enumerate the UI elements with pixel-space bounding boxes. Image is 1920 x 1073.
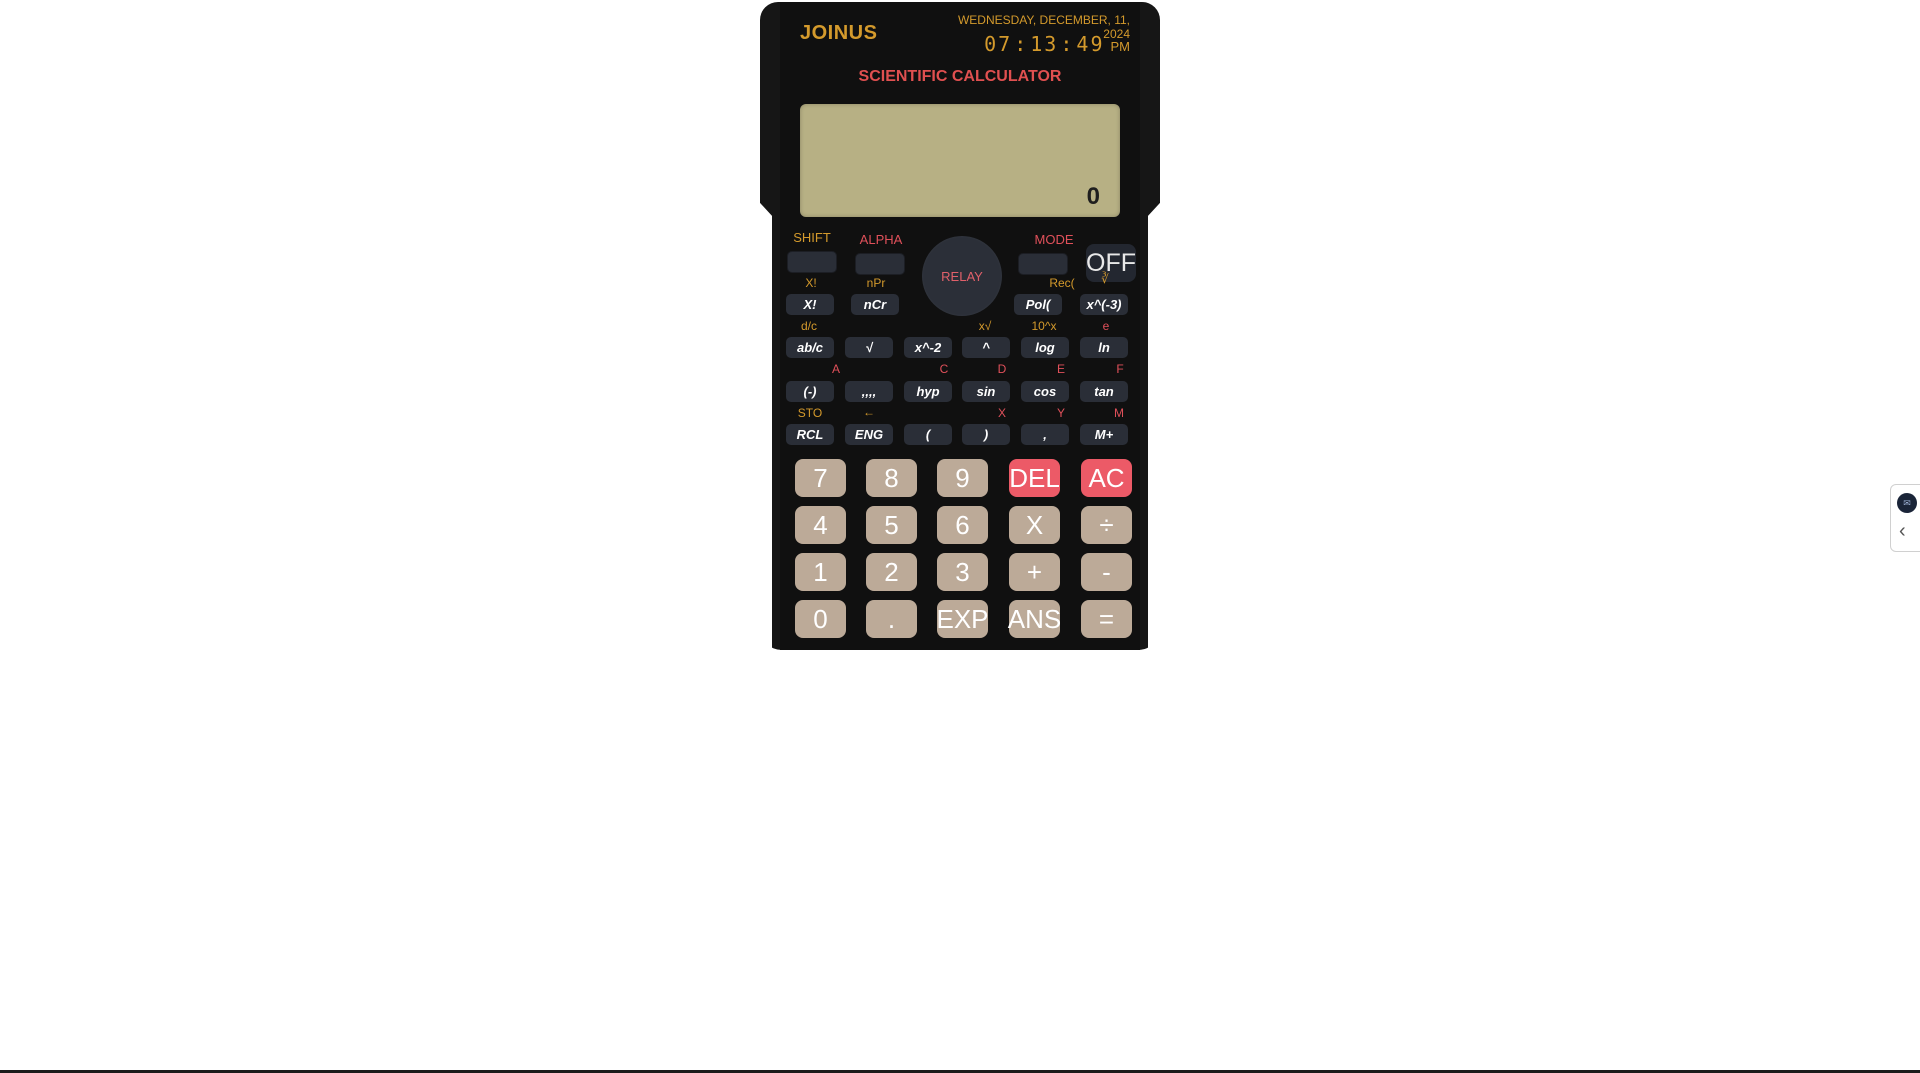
key-ncr[interactable]: nCr [851, 294, 899, 315]
fn-label: Y [1056, 406, 1065, 420]
key-sqrt[interactable]: √ [845, 337, 893, 358]
key-open-paren[interactable]: ( [904, 424, 952, 445]
key-6[interactable]: 6 [937, 506, 988, 544]
key-8[interactable]: 8 [866, 459, 917, 497]
chevron-left-icon[interactable]: ‹ [1899, 521, 1906, 541]
alpha-button[interactable] [855, 253, 905, 275]
key-del[interactable]: DEL [1009, 459, 1060, 497]
fn-label: nPr [866, 276, 886, 290]
key-rcl[interactable]: RCL [786, 424, 834, 445]
key-x-pow-neg2[interactable]: x^-2 [904, 337, 952, 358]
fn-label: ← [863, 405, 875, 419]
key-divide[interactable]: ÷ [1081, 506, 1132, 544]
clock-seconds: 49 [1076, 32, 1105, 56]
key-negate[interactable]: (-) [786, 381, 834, 402]
key-factorial[interactable]: X! [786, 294, 834, 315]
key-3[interactable]: 3 [937, 553, 988, 591]
fn-label: C [939, 362, 949, 376]
key-plus[interactable]: + [1009, 553, 1060, 591]
shift-label: SHIFT [793, 230, 831, 245]
key-hyp[interactable]: hyp [904, 381, 952, 402]
key-0[interactable]: 0 [795, 600, 846, 638]
side-widget: ✉ ‹ [1890, 484, 1920, 552]
key-5[interactable]: 5 [866, 506, 917, 544]
key-equals[interactable]: = [1081, 600, 1132, 638]
mode-button[interactable] [1018, 253, 1068, 275]
relay-button[interactable]: RELAY [922, 236, 1002, 316]
display-value: 0 [1086, 183, 1100, 210]
mode-label: MODE [1034, 232, 1074, 247]
key-multiply[interactable]: X [1009, 506, 1060, 544]
chat-icon[interactable]: ✉ [1897, 493, 1917, 513]
fn-label: x√ [978, 319, 992, 333]
fn-label: X [997, 406, 1006, 420]
clock-minutes: 13 [1030, 32, 1059, 56]
fn-label: e [1102, 319, 1110, 333]
key-ac[interactable]: AC [1081, 459, 1132, 497]
clock-display: 07:13:49 PM [965, 32, 1130, 56]
key-tan[interactable]: tan [1080, 381, 1128, 402]
fn-label: F [1116, 362, 1124, 376]
key-ln[interactable]: ln [1080, 337, 1128, 358]
model-title: SCIENTIFIC CALCULATOR [858, 68, 1062, 85]
key-close-paren[interactable]: ) [962, 424, 1010, 445]
calculator-body: JOINUS WEDNESDAY, DECEMBER, 11, 2024 07:… [760, 2, 1160, 650]
clock-separator: : [1060, 32, 1075, 56]
key-x-pow-neg3[interactable]: x^(-3) [1080, 294, 1128, 315]
key-2[interactable]: 2 [866, 553, 917, 591]
key-cos[interactable]: cos [1021, 381, 1069, 402]
key-degrees[interactable]: ,,,, [845, 381, 893, 402]
fn-label: E [1056, 362, 1065, 376]
shift-button[interactable] [787, 251, 837, 273]
key-comma[interactable]: , [1021, 424, 1069, 445]
fn-label: 10^x [1031, 319, 1057, 333]
fn-label: X! [805, 276, 817, 290]
key-sin[interactable]: sin [962, 381, 1010, 402]
lcd-display: 0 [800, 104, 1120, 217]
key-power[interactable]: ^ [962, 337, 1010, 358]
alpha-label: ALPHA [859, 232, 903, 247]
key-exp[interactable]: EXP [936, 600, 989, 638]
brand-logo: JOINUS [800, 22, 878, 44]
key-ans[interactable]: ANS [1008, 600, 1061, 638]
clock-separator: : [1014, 32, 1029, 56]
key-7[interactable]: 7 [795, 459, 846, 497]
fn-label: M [1114, 406, 1124, 420]
key-4[interactable]: 4 [795, 506, 846, 544]
key-1[interactable]: 1 [795, 553, 846, 591]
key-decimal[interactable]: . [866, 600, 917, 638]
key-minus[interactable]: - [1081, 553, 1132, 591]
fn-label: ∛ [1101, 272, 1109, 286]
clock-hours: 07 [984, 32, 1013, 56]
key-m-plus[interactable]: M+ [1080, 424, 1128, 445]
key-fraction[interactable]: ab/c [786, 337, 834, 358]
key-eng[interactable]: ENG [845, 424, 893, 445]
key-log[interactable]: log [1021, 337, 1069, 358]
fn-label: STO [797, 406, 823, 420]
fn-label: d/c [800, 319, 817, 333]
fn-label: A [831, 362, 840, 376]
key-pol[interactable]: Pol( [1014, 294, 1062, 315]
clock-ampm: PM [1110, 39, 1131, 54]
fn-label: D [997, 362, 1007, 376]
key-9[interactable]: 9 [937, 459, 988, 497]
